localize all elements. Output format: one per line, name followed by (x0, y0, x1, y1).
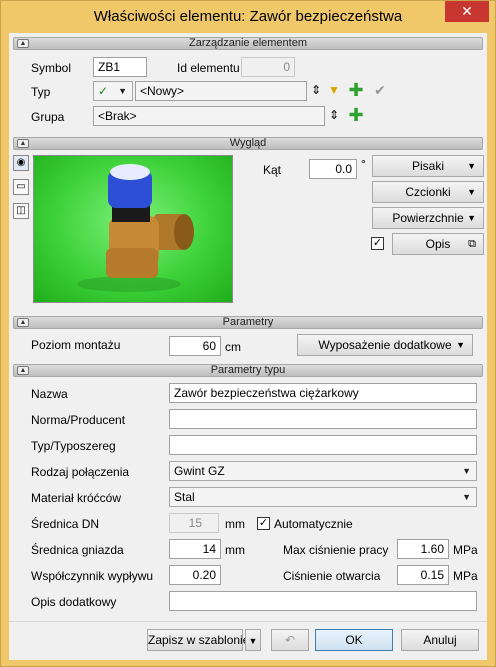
footer-divider (9, 621, 487, 622)
pens-button[interactable]: Pisaki ▼ (372, 155, 484, 177)
opening-pressure-label: Ciśnienie otwarcia (283, 569, 381, 583)
dn-unit: mm (225, 517, 245, 531)
mount-level-unit: cm (225, 340, 241, 354)
extra-description-label: Opis dodatkowy (31, 595, 117, 609)
undo-button: ↶ (271, 629, 309, 651)
window-title: Właściwości elementu: Zawór bezpieczeńst… (93, 8, 403, 25)
opening-pressure-field[interactable]: 0.15 (397, 565, 449, 585)
group-label: Grupa (31, 110, 65, 124)
symbol-label: Symbol (31, 61, 72, 75)
chevron-down-icon: ▼ (467, 161, 476, 171)
check-icon: ✓ (98, 84, 109, 98)
cancel-button[interactable]: Anuluj (401, 629, 479, 651)
chevron-down-icon: ▼ (467, 213, 476, 223)
equipment-label: Wyposażenie dodatkowe (318, 338, 452, 352)
dialog-client: ▲ Zarządzanie elementem Symbol ZB1 Id el… (9, 33, 487, 660)
undo-icon: ↶ (284, 633, 296, 647)
section-type-parameters-title: Parametry typu (210, 364, 286, 376)
max-pressure-label: Max ciśnienie pracy (283, 543, 389, 557)
id-field: 0 (241, 57, 295, 77)
properties-dialog: Właściwości elementu: Zawór bezpieczeńst… (0, 0, 496, 667)
material-label: Materiał króćców (31, 491, 122, 505)
id-label: Id elementu (177, 61, 240, 75)
connection-value: Gwint GZ (174, 464, 225, 478)
equipment-button[interactable]: Wyposażenie dodatkowe ▼ (297, 334, 473, 356)
folder-icon[interactable]: ▭ (13, 179, 29, 195)
material-value: Stal (174, 490, 195, 504)
group-scroll-icon[interactable]: ⇕ (325, 107, 343, 125)
connection-select[interactable]: Gwint GZ ▼ (169, 461, 477, 481)
save-template-button[interactable]: Zapisz w szablonie (147, 629, 249, 651)
pens-label: Pisaki (411, 159, 444, 173)
ok-button[interactable]: OK (315, 629, 393, 651)
chevron-down-icon: ▼ (462, 466, 471, 476)
group-select[interactable]: <Brak> (93, 106, 325, 126)
type-scroll-icon[interactable]: ⇕ (307, 82, 325, 100)
seat-diameter-unit: mm (225, 543, 245, 557)
chevron-down-icon: ▼ (118, 86, 127, 96)
series-field[interactable] (169, 435, 477, 455)
surfaces-button[interactable]: Powierzchnie ▼ (372, 207, 484, 229)
section-management-header[interactable]: ▲ Zarządzanie elementem (13, 37, 483, 50)
series-label: Typ/Typoszereg (31, 439, 116, 453)
type-label: Typ (31, 85, 51, 99)
title-bar[interactable]: Właściwości elementu: Zawór bezpieczeńst… (1, 1, 495, 33)
confirm-type-button: ✔ (374, 82, 386, 98)
description-checkbox[interactable]: ✓ (371, 237, 384, 250)
type-select[interactable]: <Nowy> (135, 81, 307, 101)
add-group-button[interactable]: ✚ (347, 106, 365, 125)
chevron-down-icon: ▼ (467, 187, 476, 197)
symbol-field[interactable]: ZB1 (93, 57, 147, 77)
seat-diameter-label: Średnica gniazda (31, 543, 124, 557)
flow-coefficient-field[interactable]: 0.20 (169, 565, 221, 585)
surfaces-label: Powierzchnie (392, 211, 464, 225)
norm-label: Norma/Producent (31, 413, 126, 427)
cube-icon[interactable]: ◫ (13, 203, 29, 219)
open-dialog-icon: ⧉ (468, 238, 476, 250)
max-pressure-unit: MPa (453, 543, 478, 557)
chevron-down-icon: ▼ (462, 492, 471, 502)
section-parameters-title: Parametry (222, 316, 274, 328)
camera-icon[interactable]: ◉ (13, 155, 29, 171)
opening-pressure-unit: MPa (453, 569, 478, 583)
section-appearance-title: Wygląd (229, 137, 267, 149)
flow-coefficient-label: Współczynnik wypływu (31, 569, 154, 583)
save-template-dropdown[interactable]: ▼ (245, 629, 261, 651)
chevron-down-icon: ▼ (248, 636, 258, 646)
angle-label: Kąt (263, 163, 282, 177)
description-button[interactable]: Opis ⧉ (392, 233, 484, 255)
auto-label: Automatycznie (274, 517, 353, 531)
dn-field: 15 (169, 513, 219, 533)
type-tag-icon[interactable]: ▼ (325, 82, 343, 100)
mount-level-label: Poziom montażu (31, 338, 121, 352)
norm-field[interactable] (169, 409, 477, 429)
add-type-button[interactable]: ✚ (347, 81, 365, 100)
material-select[interactable]: Stal ▼ (169, 487, 477, 507)
element-preview-image (33, 155, 233, 303)
mount-level-field[interactable]: 60 (169, 336, 221, 356)
chevron-down-icon: ▼ (456, 340, 465, 350)
extra-description-field[interactable] (169, 591, 477, 611)
name-field[interactable]: Zawór bezpieczeństwa ciężarkowy (169, 383, 477, 403)
dn-label: Średnica DN (31, 517, 100, 531)
section-parameters-header[interactable]: ▲ Parametry (13, 316, 483, 329)
connection-label: Rodzaj połączenia (31, 465, 130, 479)
close-button[interactable]: ✕ (445, 1, 489, 22)
angle-unit: ° (361, 157, 366, 171)
name-label: Nazwa (31, 387, 68, 401)
section-appearance-header[interactable]: ▲ Wygląd (13, 137, 483, 150)
max-pressure-field[interactable]: 1.60 (397, 539, 449, 559)
section-management-title: Zarządzanie elementem (188, 37, 307, 49)
type-status-select[interactable]: ✓ ▼ (93, 81, 133, 101)
valve-illustration (77, 164, 194, 292)
description-label: Opis (425, 237, 451, 251)
angle-field[interactable]: 0.0 (309, 159, 357, 179)
seat-diameter-field[interactable]: 14 (169, 539, 221, 559)
auto-checkbox[interactable]: ✓ (257, 517, 270, 530)
section-type-parameters-header[interactable]: ▲ Parametry typu (13, 364, 483, 377)
fonts-label: Czcionki (405, 185, 451, 199)
fonts-button[interactable]: Czcionki ▼ (372, 181, 484, 203)
